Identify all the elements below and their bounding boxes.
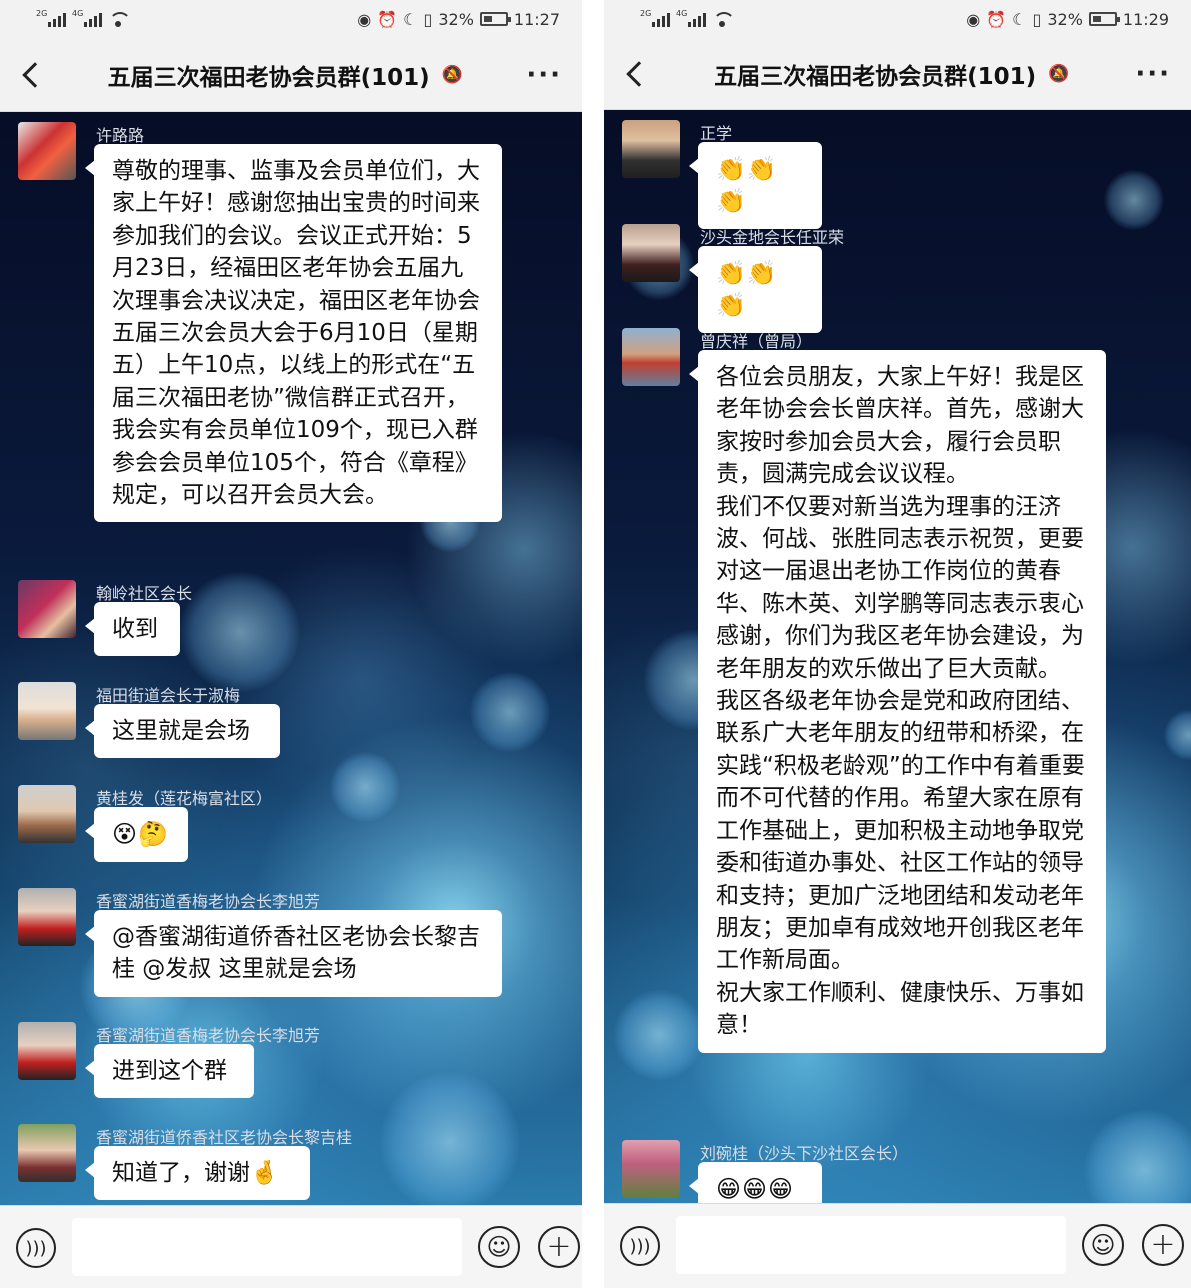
clock: 11:29: [1122, 9, 1169, 29]
avatar[interactable]: [18, 1022, 76, 1080]
network-type-label: 4G: [676, 9, 688, 18]
signal-icon: 2G: [36, 9, 66, 27]
emoji-icon[interactable]: ☺: [478, 1226, 520, 1268]
sender-name: 沙头金地会长任亚荣: [700, 228, 845, 247]
chat-screen-left: 2G 4G ◉ ⏰ ☾ ▯ 32% 11:27 五届三次福田老协会员群(101)…: [0, 0, 582, 1288]
message-bubble[interactable]: 👏👏👏: [689, 142, 822, 230]
message-bubble[interactable]: 进到这个群: [85, 1044, 254, 1099]
sender-name: 香蜜湖街道香梅老协会长李旭芳: [96, 1026, 321, 1045]
message-item: 香蜜湖街道香梅老协会长李旭芳 进到这个群: [18, 1022, 568, 1112]
battery-percent: 32%: [438, 9, 474, 29]
more-icon[interactable]: ···: [1135, 59, 1171, 89]
message-bubble[interactable]: 尊敬的理事、监事及会员单位们，大家上午好！感谢您抽出宝贵的时间来参加我们的会议。…: [85, 144, 502, 523]
sender-name: 刘碗桂（沙头下沙社区会长）: [700, 1144, 909, 1163]
back-arrow-icon[interactable]: [20, 63, 44, 87]
message-bubble[interactable]: 知道了，谢谢🤞: [85, 1146, 310, 1201]
message-input[interactable]: [676, 1216, 1066, 1274]
sender-name: 许路路: [96, 126, 145, 145]
vibrate-icon: ▯: [1032, 9, 1042, 29]
avatar[interactable]: [622, 328, 680, 386]
message-bubble[interactable]: 收到: [85, 602, 180, 657]
wifi-icon: [712, 11, 735, 27]
clap-emoji: 👏👏👏: [716, 155, 778, 215]
mute-bell-icon: 🔕: [441, 64, 463, 85]
message-item: 曾庆祥（曾局） 各位会员朋友，大家上午好！我是区老年协会会长曾庆祥。首先，感谢大…: [622, 328, 1177, 1128]
message-item: 福田街道会长于淑梅 这里就是会场: [18, 682, 568, 772]
avatar[interactable]: [18, 785, 76, 843]
avatar[interactable]: [622, 120, 680, 178]
message-bubble[interactable]: @香蜜湖街道侨香社区老协会长黎吉桂 @发叔 这里就是会场: [85, 910, 502, 997]
chat-title: 五届三次福田老协会员群(101): [714, 63, 1037, 90]
message-item: 翰岭社区会长 收到: [18, 580, 568, 670]
message-bubble[interactable]: 😁😁😁: [689, 1162, 822, 1203]
message-input[interactable]: [72, 1218, 462, 1276]
battery-icon: [479, 12, 511, 26]
message-item: 黄桂发（莲花梅富社区） 😵🤔: [18, 785, 568, 875]
avatar[interactable]: [622, 224, 680, 282]
plus-icon[interactable]: +: [1142, 1224, 1184, 1266]
alarm-icon: ⏰: [377, 9, 398, 29]
moon-icon: ☾: [1012, 9, 1027, 29]
sender-name: 香蜜湖街道侨香社区老协会长黎吉桂: [96, 1128, 353, 1147]
eye-icon: ◉: [357, 9, 372, 29]
chat-header: 五届三次福田老协会员群(101) 🔕 ···: [604, 38, 1191, 110]
signal-icon: 2G: [640, 9, 670, 27]
message-item: 香蜜湖街道香梅老协会长李旭芳 @香蜜湖街道侨香社区老协会长黎吉桂 @发叔 这里就…: [18, 888, 568, 1008]
message-bubble[interactable]: 👏👏👏: [689, 246, 822, 334]
message-list[interactable]: 正学 👏👏👏 沙头金地会长任亚荣 👏👏👏 曾庆祥（曾局） 各位会员朋友，大家上午…: [604, 110, 1191, 1203]
signal-icon: 4G: [676, 9, 706, 27]
message-item: 许路路 尊敬的理事、监事及会员单位们，大家上午好！感谢您抽出宝贵的时间来参加我们…: [18, 122, 568, 562]
mute-bell-icon: 🔕: [1048, 63, 1070, 84]
more-icon[interactable]: ···: [526, 60, 562, 90]
message-bubble[interactable]: 这里就是会场: [85, 704, 280, 759]
avatar[interactable]: [18, 122, 76, 180]
eye-icon: ◉: [966, 9, 981, 29]
chat-header: 五届三次福田老协会员群(101) 🔕 ···: [0, 38, 582, 112]
network-type-label: 4G: [72, 9, 84, 18]
avatar[interactable]: [18, 1124, 76, 1182]
avatar[interactable]: [18, 888, 76, 946]
message-item: 正学 👏👏👏: [622, 120, 1177, 230]
sender-name: 黄桂发（莲花梅富社区）: [96, 789, 273, 808]
battery-percent: 32%: [1047, 9, 1083, 29]
message-bubble[interactable]: 各位会员朋友，大家上午好！我是区老年协会会长曾庆祥。首先，感谢大家按时参加会员大…: [689, 350, 1106, 1053]
network-type-label: 2G: [36, 9, 48, 18]
sender-name: 正学: [700, 124, 733, 143]
message-item: 沙头金地会长任亚荣 👏👏👏: [622, 224, 1177, 334]
status-bar: 2G 4G ◉ ⏰ ☾ ▯ 32% 11:27: [0, 0, 582, 38]
message-item: 香蜜湖街道侨香社区老协会长黎吉桂 知道了，谢谢🤞: [18, 1124, 568, 1205]
status-bar: 2G 4G ◉ ⏰ ☾ ▯ 32% 11:29: [604, 0, 1191, 38]
sender-name: 曾庆祥（曾局）: [700, 332, 813, 351]
input-bar: ))) ☺ +: [0, 1205, 582, 1288]
voice-icon[interactable]: ))): [16, 1228, 56, 1268]
avatar[interactable]: [18, 682, 76, 740]
sender-name: 翰岭社区会长: [96, 584, 193, 603]
voice-icon[interactable]: ))): [620, 1226, 660, 1266]
message-item: 刘碗桂（沙头下沙社区会长） 😁😁😁: [622, 1140, 1177, 1203]
chat-title: 五届三次福田老协会员群(101): [107, 64, 430, 91]
avatar[interactable]: [18, 580, 76, 638]
message-list[interactable]: 许路路 尊敬的理事、监事及会员单位们，大家上午好！感谢您抽出宝贵的时间来参加我们…: [0, 112, 582, 1205]
signal-icon: 4G: [72, 9, 102, 27]
battery-icon: [1088, 12, 1120, 26]
input-bar: ))) ☺ +: [604, 1203, 1191, 1288]
avatar[interactable]: [622, 1140, 680, 1198]
grin-emoji: 😁😁😁: [716, 1175, 795, 1203]
sender-name: 福田街道会长于淑梅: [96, 686, 241, 705]
plus-icon[interactable]: +: [538, 1226, 580, 1268]
moon-icon: ☾: [403, 9, 418, 29]
wifi-icon: [108, 11, 131, 27]
alarm-icon: ⏰: [986, 9, 1007, 29]
message-bubble[interactable]: 😵🤔: [85, 807, 188, 863]
vibrate-icon: ▯: [423, 9, 433, 29]
sender-name: 香蜜湖街道香梅老协会长李旭芳: [96, 892, 321, 911]
emoji-icon[interactable]: ☺: [1082, 1224, 1124, 1266]
emoji-sticker: 😵🤔: [112, 820, 169, 848]
network-type-label: 2G: [640, 9, 652, 18]
chat-screen-right: 2G 4G ◉ ⏰ ☾ ▯ 32% 11:29 五届三次福田老协会员群(101)…: [604, 0, 1191, 1288]
clock: 11:27: [513, 9, 560, 29]
clap-emoji: 👏👏👏: [716, 259, 778, 319]
back-arrow-icon[interactable]: [624, 62, 648, 86]
